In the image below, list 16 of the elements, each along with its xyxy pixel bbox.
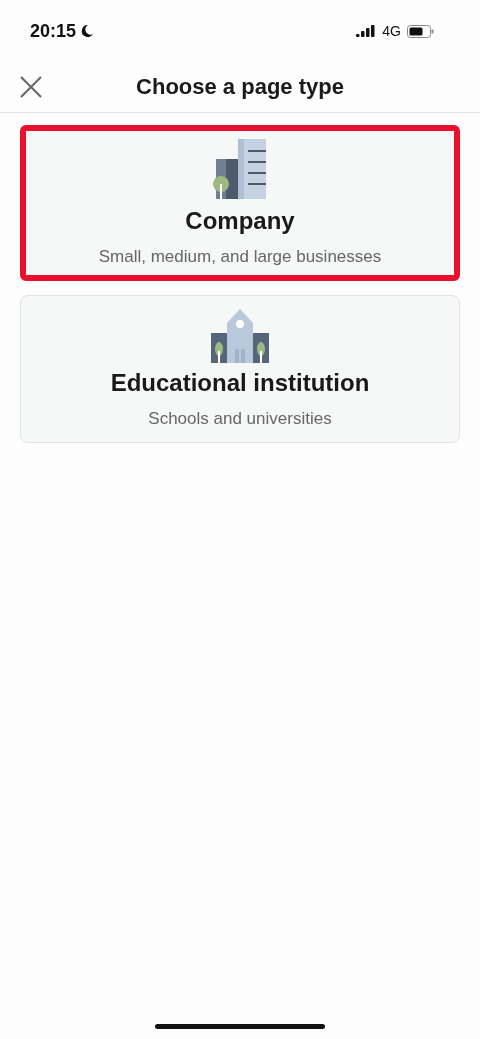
- status-time: 20:15: [30, 20, 77, 42]
- close-button[interactable]: [18, 74, 44, 100]
- network-label: 4G: [382, 23, 401, 39]
- card-subtitle: Small, medium, and large businesses: [98, 247, 382, 267]
- card-title: Educational institution: [110, 369, 370, 397]
- signal-icon: [356, 25, 377, 37]
- close-icon: [20, 76, 42, 98]
- office-building-icon: [212, 139, 268, 201]
- page-type-card[interactable]: Educational institution Schools and universities: [20, 295, 460, 443]
- page-type-card[interactable]: Company Small, medium, and large businesses: [20, 125, 460, 281]
- moon-icon: [80, 24, 95, 38]
- card-title: Company: [185, 207, 295, 235]
- card-subtitle: Schools and universities: [148, 409, 332, 429]
- battery-icon: [407, 24, 434, 38]
- school-building-icon: [209, 309, 271, 363]
- page-title: Choose a page type: [136, 74, 344, 100]
